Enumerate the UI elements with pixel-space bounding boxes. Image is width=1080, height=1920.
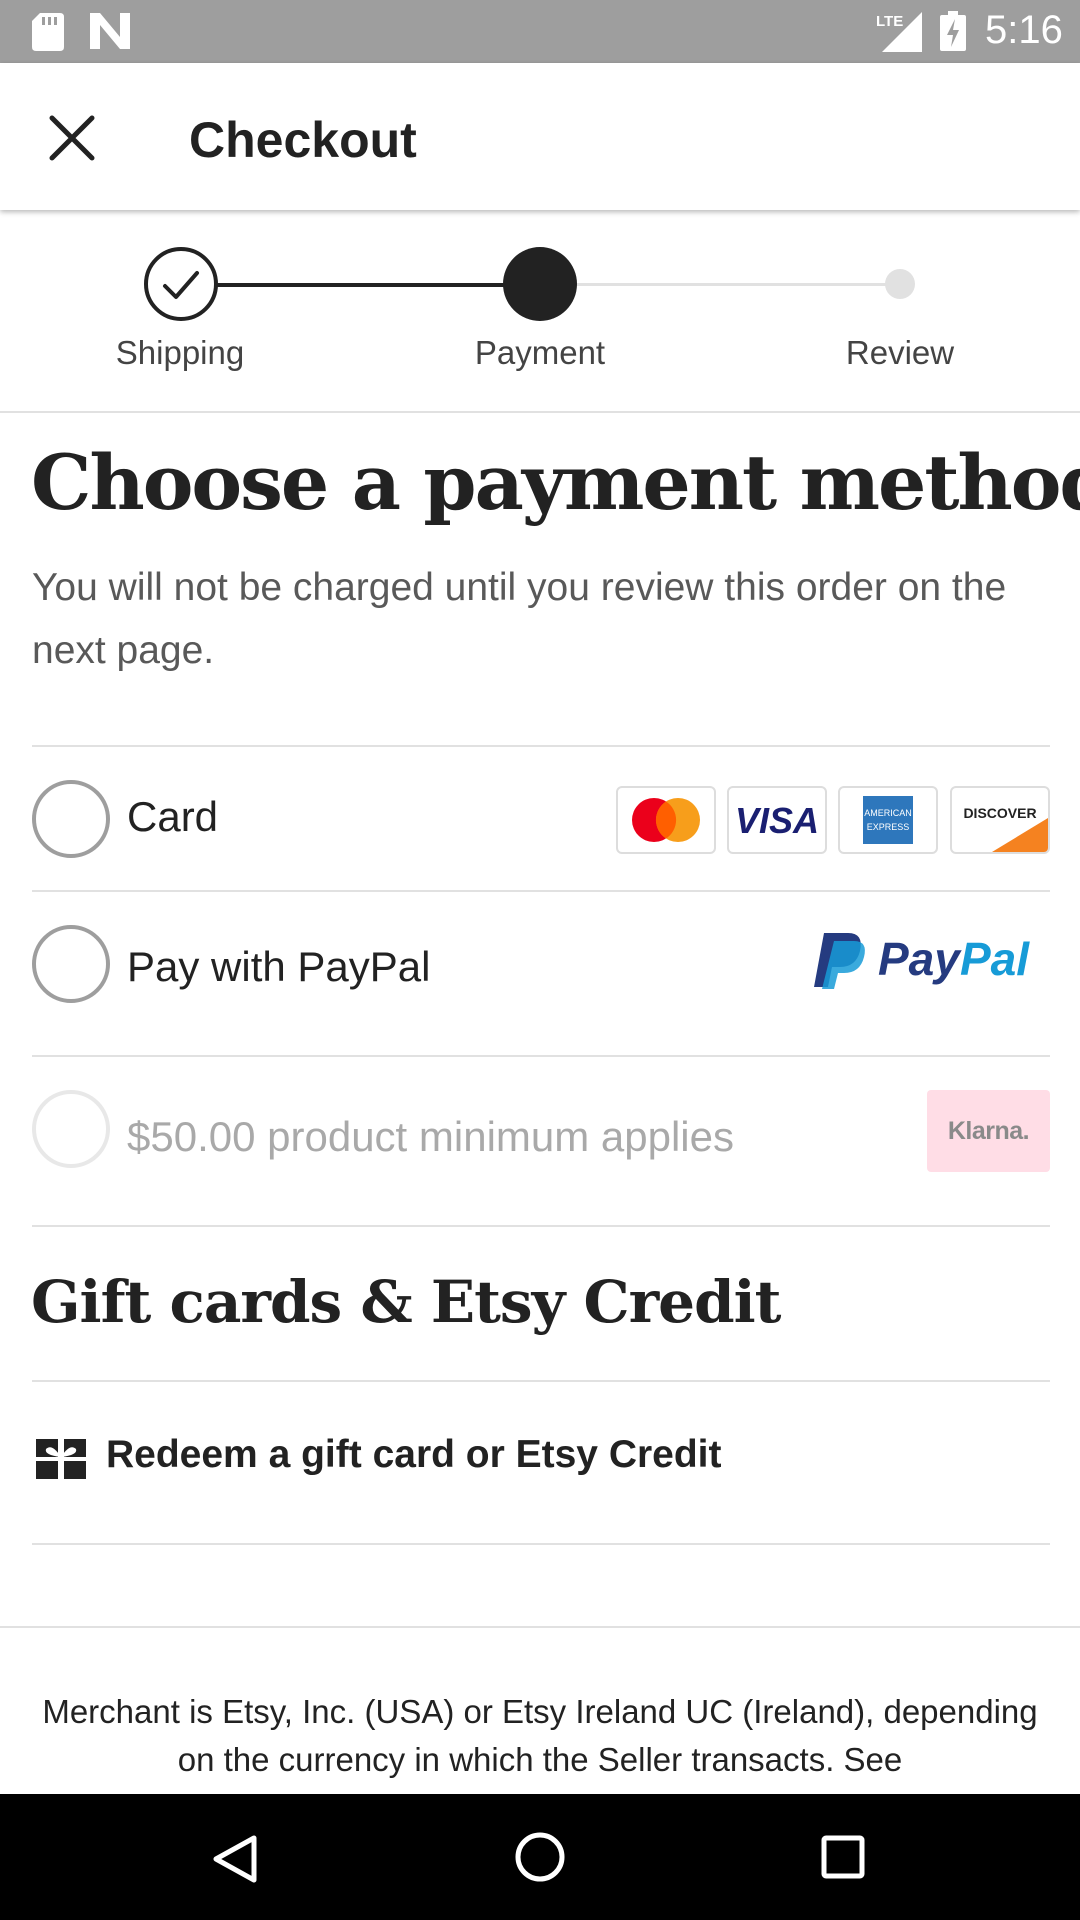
card-logos: VISA AMERICAN EXPRESS DISCOVER — [616, 786, 1050, 856]
payment-option-paypal[interactable]: Pay with PayPal Pay Pal — [32, 925, 1050, 1055]
battery-charging-icon — [940, 11, 966, 51]
visa-logo: VISA — [727, 786, 827, 854]
card-label: Card — [127, 793, 219, 840]
svg-text:DISCOVER: DISCOVER — [963, 805, 1036, 821]
step-shipping-indicator — [144, 247, 218, 321]
klarna-logo: Klarna. — [947, 1117, 1030, 1145]
svg-text:VISA: VISA — [735, 800, 819, 841]
step-label-payment: Payment — [474, 334, 606, 371]
step-payment-indicator — [503, 247, 577, 321]
divider — [32, 1543, 1050, 1545]
payment-option-klarna: $50.00 product minimum applies Klarna. — [32, 1090, 1050, 1220]
divider — [32, 1225, 1050, 1227]
divider — [32, 890, 1050, 892]
stepper-line-upcoming — [540, 283, 900, 286]
card-radio[interactable] — [32, 780, 110, 858]
redeem-gift-card-button[interactable]: Redeem a gift card or Etsy Credit — [32, 1408, 772, 1508]
sd-card-icon — [32, 13, 64, 51]
divider — [32, 1055, 1050, 1057]
svg-text:AMERICAN: AMERICAN — [864, 808, 912, 818]
status-time: 5:16 — [985, 8, 1063, 52]
checkout-stepper: Shipping Payment Review — [0, 210, 1080, 413]
discover-logo: DISCOVER — [950, 786, 1050, 854]
mastercard-logo — [616, 786, 716, 854]
paypal-label: Pay with PayPal — [127, 943, 431, 990]
svg-text:Pal: Pal — [960, 933, 1030, 985]
close-icon[interactable] — [44, 110, 100, 166]
step-label-shipping: Shipping — [115, 334, 245, 371]
klarna-radio — [32, 1090, 110, 1168]
amex-logo: AMERICAN EXPRESS — [838, 786, 938, 854]
paypal-logo: Pay Pal — [814, 933, 1030, 989]
section-heading: Choose a payment method — [31, 438, 1080, 527]
home-icon[interactable] — [514, 1831, 566, 1883]
n-logo-icon — [90, 13, 130, 49]
app-bar: Checkout — [0, 63, 1080, 210]
payment-option-card[interactable]: Card VISA AMERICAN EXPRESS DISCOVER — [32, 780, 1050, 890]
status-bar: LTE 5:16 — [0, 0, 1080, 63]
navigation-bar — [0, 1794, 1080, 1920]
section-divider — [0, 1626, 1080, 1628]
divider — [32, 745, 1050, 747]
step-review-indicator — [885, 269, 915, 299]
paypal-radio[interactable] — [32, 925, 110, 1003]
divider — [32, 1380, 1050, 1382]
check-icon — [163, 271, 199, 299]
merchant-disclaimer: Merchant is Etsy, Inc. (USA) or Etsy Ire… — [42, 1693, 1038, 1778]
gift-icon — [36, 1439, 86, 1479]
page-title: Checkout — [189, 112, 417, 168]
lte-signal-icon: LTE — [876, 12, 922, 52]
back-icon[interactable] — [212, 1834, 258, 1884]
svg-text:Pay: Pay — [878, 933, 962, 985]
recents-icon[interactable] — [820, 1834, 866, 1880]
redeem-label: Redeem a gift card or Etsy Credit — [106, 1433, 722, 1476]
stepper-line-completed — [180, 283, 540, 287]
svg-text:EXPRESS: EXPRESS — [867, 822, 910, 832]
klarna-label: $50.00 product minimum applies — [127, 1113, 734, 1160]
gift-section-title: Gift cards & Etsy Credit — [31, 1268, 781, 1336]
section-subtitle: You will not be charged until you review… — [32, 566, 1007, 672]
step-label-review: Review — [845, 334, 955, 371]
svg-text:LTE: LTE — [876, 13, 903, 30]
